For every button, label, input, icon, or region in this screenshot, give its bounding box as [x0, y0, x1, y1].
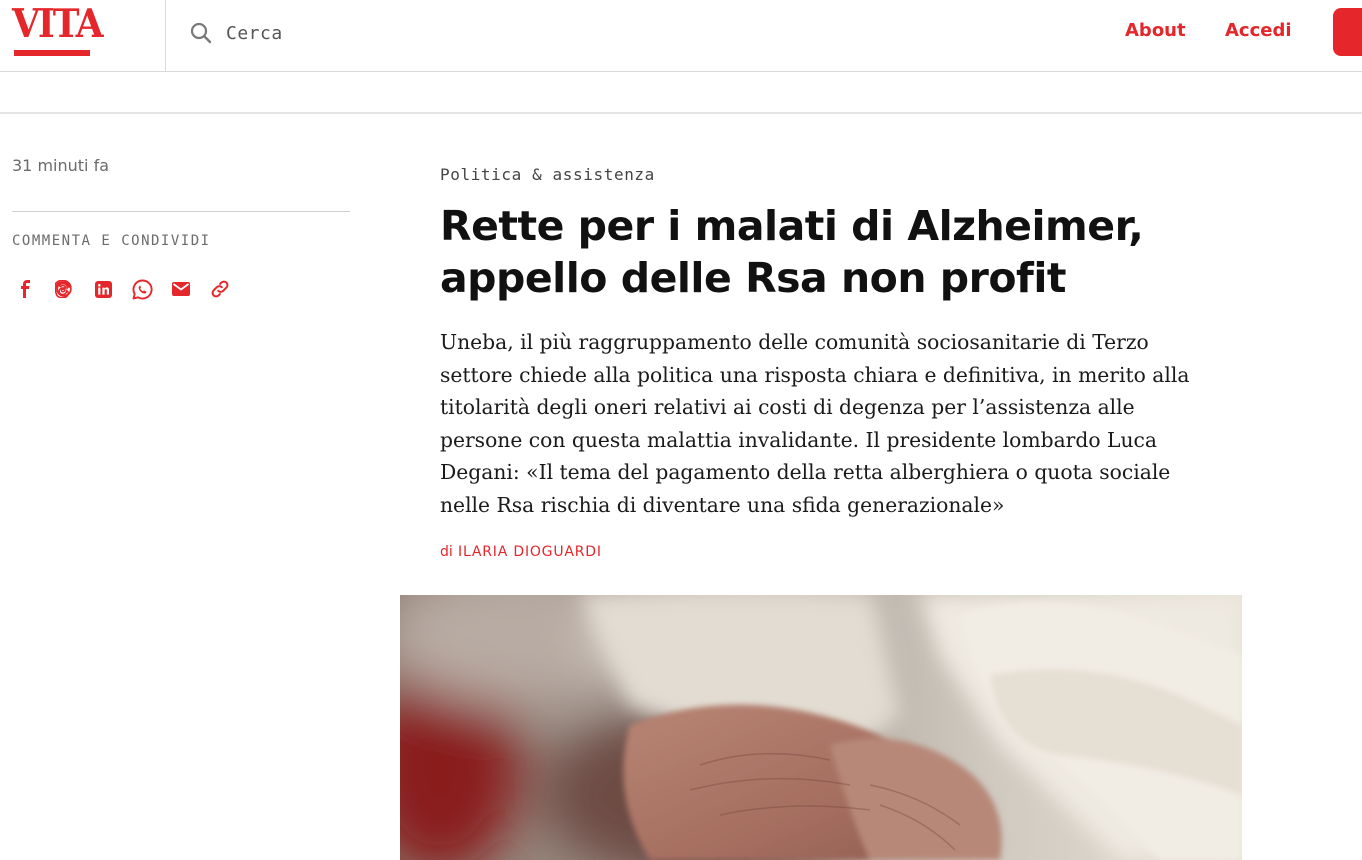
site-logo[interactable]: VITA [12, 4, 104, 56]
threads-icon[interactable] [53, 277, 75, 301]
hero-image [400, 595, 1242, 860]
site-header: VITA Cerca About Accedi [0, 0, 1362, 72]
logo-text: VITA [12, 0, 104, 48]
header-divider [165, 0, 166, 71]
share-buttons [14, 277, 231, 301]
article-byline: di ILARIA DIOGUARDI [440, 544, 602, 560]
logo-underline [14, 50, 90, 56]
whatsapp-icon[interactable] [131, 277, 153, 301]
article-lead: Uneba, il più raggruppamento delle comun… [440, 330, 1190, 517]
secondary-nav-bar [0, 72, 1362, 114]
nav-about-link[interactable]: About [1125, 20, 1186, 41]
search-input[interactable]: Cerca [226, 23, 283, 44]
author-link[interactable]: ILARIA DIOGUARDI [458, 544, 602, 560]
search-icon [190, 22, 212, 44]
article-category[interactable]: Politica & assistenza [440, 165, 655, 184]
share-label: COMMENTA E CONDIVIDI [12, 233, 211, 249]
link-icon[interactable] [209, 277, 231, 301]
sidebar-divider [12, 211, 350, 212]
nav-login-link[interactable]: Accedi [1225, 20, 1292, 41]
linkedin-icon[interactable] [92, 277, 114, 301]
article-title: Rette per i malati di Alzheimer, appello… [440, 202, 1144, 302]
publish-time: 31 minuti fa [12, 156, 109, 175]
byline-prefix: di [440, 544, 453, 560]
email-icon[interactable] [170, 277, 192, 301]
search-bar[interactable]: Cerca [190, 18, 283, 48]
subscribe-button[interactable] [1333, 8, 1362, 56]
facebook-icon[interactable] [14, 277, 36, 301]
